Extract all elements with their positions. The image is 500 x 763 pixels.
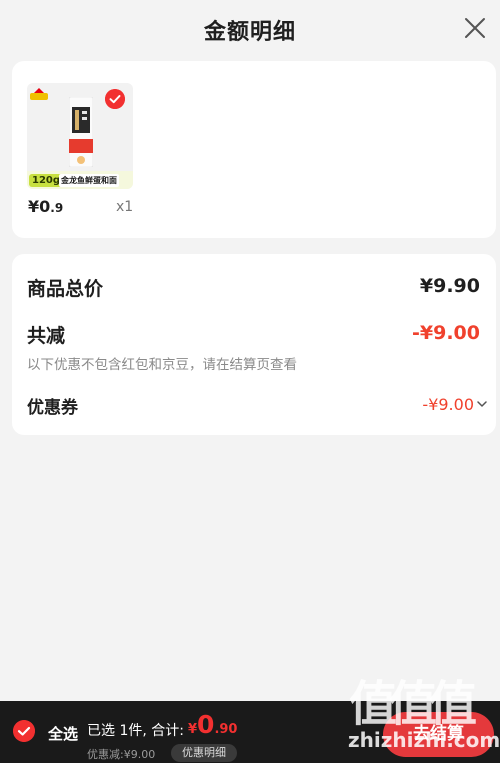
- price-symbol: ¥: [28, 197, 40, 216]
- watermark-logo: 值值值: [349, 676, 477, 732]
- select-all-check-icon[interactable]: [13, 720, 35, 742]
- coupon-label: 优惠券: [27, 398, 78, 418]
- total-price-integer: 0: [197, 710, 215, 739]
- selected-count-text: 已选 1件, 合计:: [87, 723, 184, 739]
- bottom-total-price: ¥0.90: [188, 710, 237, 739]
- summary-card: 商品总价 ¥9.90 共减 -¥9.00 以下优惠不包含红包和京豆，请在结算页查…: [12, 254, 496, 435]
- price-decimal: .9: [50, 201, 64, 215]
- select-all-label[interactable]: 全选: [48, 723, 78, 744]
- reduce-label: 共减: [27, 325, 66, 347]
- coupon-value[interactable]: -¥9.00: [422, 395, 474, 414]
- chevron-down-icon[interactable]: [477, 400, 487, 408]
- close-icon[interactable]: [464, 17, 486, 39]
- product-card: 120g 金龙鱼鲜蛋和面 ¥0.9 x1: [12, 61, 496, 238]
- total-price-value: ¥9.90: [419, 275, 480, 297]
- reduce-value: -¥9.00: [412, 322, 480, 344]
- product-name-tag: 金龙鱼鲜蛋和面: [59, 174, 119, 187]
- price-integer: 0: [39, 197, 51, 216]
- product-check-icon[interactable]: [105, 89, 125, 109]
- page-title: 金额明细: [203, 20, 296, 45]
- discount-detail-button[interactable]: 优惠明细: [171, 744, 237, 762]
- total-price-label: 商品总价: [27, 278, 104, 300]
- modal-header: 金额明细: [0, 0, 500, 56]
- product-weight-tag: 120g: [29, 174, 64, 187]
- watermark-site: zhizhizhi.com: [348, 728, 500, 752]
- discount-note: 以下优惠不包含红包和京豆，请在结算页查看: [27, 357, 297, 373]
- product-quantity: x1: [116, 199, 134, 215]
- noodle-package-icon: [69, 97, 93, 167]
- total-price-symbol: ¥: [188, 722, 198, 737]
- product-price: ¥0.9: [28, 197, 63, 216]
- total-price-decimal: .90: [214, 722, 238, 737]
- discount-amount-text: 优惠减:¥9.00: [87, 748, 156, 761]
- brand-logo-icon: [30, 88, 48, 100]
